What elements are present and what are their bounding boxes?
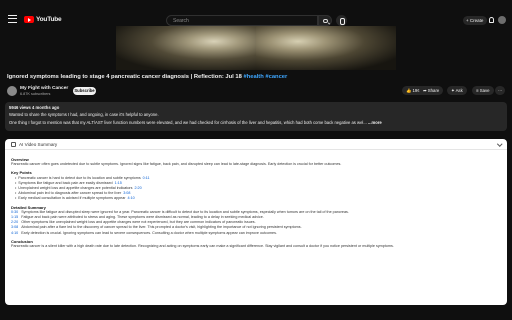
create-button[interactable]: + Create: [463, 16, 487, 25]
save-button[interactable]: ≡ Save: [472, 86, 494, 95]
video-title: Ignored symptoms leading to stage 4 panc…: [7, 74, 287, 80]
ask-label: Ask: [455, 88, 463, 93]
timestamp-link[interactable]: 0:11: [143, 176, 150, 180]
overview-text: Pancreatic cancer often goes undetected …: [11, 162, 342, 167]
timestamp-link[interactable]: 3:08: [11, 225, 18, 229]
key-point-text: Pancreatic cancer is hard to detect due …: [18, 175, 141, 180]
key-point-text: Abdominal pain led to diagnosis after ca…: [18, 191, 122, 196]
timestamp-link[interactable]: 1:15: [115, 181, 122, 185]
detailed-text: Fatigue and back pain were attributed to…: [21, 215, 264, 220]
search-input[interactable]: Search: [166, 15, 318, 26]
video-player[interactable]: [116, 26, 256, 70]
summary-icon: [11, 142, 16, 147]
conclusion-text: Pancreatic cancer is a silent killer wit…: [11, 244, 394, 249]
subscriber-count: 6.87K subscribers: [20, 92, 51, 96]
youtube-logo[interactable]: YouTube: [24, 16, 62, 23]
key-point-text: Early medical consultation is advised if…: [18, 196, 126, 201]
logo-text: YouTube: [36, 16, 62, 23]
show-more-link[interactable]: ...more: [368, 120, 382, 125]
detailed-text: Early detection is crucial. Ignoring sym…: [21, 230, 277, 235]
timestamp-link[interactable]: 2:20: [11, 220, 18, 224]
notifications-icon[interactable]: [489, 17, 494, 23]
search-icon: [323, 18, 328, 23]
timestamp-link[interactable]: 3:08: [123, 191, 130, 195]
search-button[interactable]: [318, 15, 332, 26]
detailed-text: Abdominal pain after a flare led to the …: [21, 225, 302, 230]
key-point: Early medical consultation is advised if…: [11, 196, 501, 201]
share-button[interactable]: ➦ Share: [419, 86, 444, 95]
detailed-text: Other symptoms like unexplained weight l…: [21, 220, 256, 225]
avatar[interactable]: [498, 16, 506, 24]
detailed-text: Symptoms like fatigue and disrupted slee…: [21, 209, 349, 214]
save-label: Save: [479, 88, 490, 93]
subscribe-button[interactable]: Subscribe: [73, 87, 96, 95]
key-point-text: Symptoms like fatigue and back pain are …: [18, 180, 113, 185]
channel-name[interactable]: My Fight with Cancer: [20, 86, 68, 91]
ai-summary-panel: AI Video Summary Overview Pancreatic can…: [5, 139, 507, 305]
description-line-2: One thing I forgot to mention was that m…: [9, 120, 503, 125]
title-text: Ignored symptoms leading to stage 4 panc…: [7, 74, 244, 80]
timestamp-link[interactable]: 4:10: [11, 231, 18, 235]
hashtags[interactable]: #health #cancer: [243, 74, 287, 80]
channel-avatar[interactable]: [7, 86, 17, 96]
timestamp-link[interactable]: 1:15: [11, 215, 18, 219]
timestamp-link[interactable]: 0:30: [11, 210, 18, 214]
summary-header[interactable]: AI Video Summary: [5, 139, 507, 150]
youtube-play-icon: [24, 16, 34, 23]
summary-title: AI Video Summary: [19, 142, 58, 147]
view-count-date: 5946 views 4 months ago: [9, 105, 60, 110]
description-line-1: Wanted to share the symptoms I had, and …: [9, 111, 159, 117]
chevron-down-icon[interactable]: [496, 140, 502, 146]
ask-button[interactable]: ✦ Ask: [447, 86, 467, 95]
description-text: One thing I forgot to mention was that m…: [9, 119, 367, 125]
timestamp-link[interactable]: 2:20: [134, 186, 141, 190]
share-label: Share: [427, 88, 440, 93]
description-box[interactable]: 5946 views 4 months ago Wanted to share …: [5, 102, 507, 131]
more-actions-button[interactable]: ···: [495, 86, 506, 95]
video-player-frame[interactable]: [256, 26, 396, 70]
detailed-item: 4:10 Early detection is crucial. Ignoring…: [11, 231, 501, 236]
summary-body: Overview Pancreatic cancer often goes un…: [5, 150, 507, 249]
menu-icon[interactable]: [8, 15, 17, 23]
voice-search-button[interactable]: [336, 15, 347, 26]
key-point-text: Unexplained weight loss and appetite cha…: [18, 186, 133, 191]
timestamp-link[interactable]: 4:10: [128, 196, 135, 200]
